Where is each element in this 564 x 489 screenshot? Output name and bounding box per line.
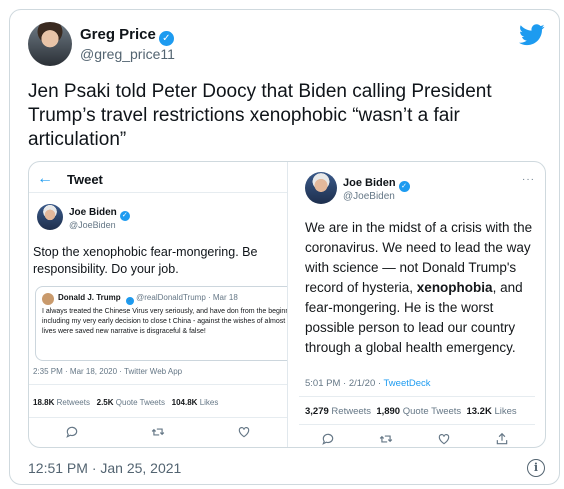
screenshot-author-handle: @JoeBiden bbox=[69, 220, 116, 230]
biden-avatar bbox=[37, 204, 63, 230]
verified-badge-icon: ✓ bbox=[398, 181, 410, 192]
back-arrow-icon: ← bbox=[37, 170, 53, 187]
quote-count: 2.5K bbox=[96, 398, 114, 407]
like-count: 13.2K bbox=[466, 406, 492, 417]
screenshot-meta: 5:01 PM · 2/1/20 · TweetDeck bbox=[305, 378, 431, 389]
trump-avatar bbox=[42, 293, 54, 305]
screenshot-author-name: Joe Biden ✓ bbox=[69, 207, 130, 221]
share-icon bbox=[496, 432, 508, 445]
reply-icon bbox=[66, 426, 78, 438]
screenshot-stats: 18.8K Retweets 2.5K Quote Tweets 104.8K … bbox=[33, 398, 218, 407]
screenshot-tweet-text: Stop the xenophobic fear-mongering. Be r… bbox=[33, 244, 287, 278]
quote-label: Quote Tweets bbox=[402, 406, 462, 417]
divider bbox=[29, 384, 287, 385]
screenshot-actions bbox=[29, 425, 287, 439]
retweet-label: Retweets bbox=[331, 406, 372, 417]
verified-badge-icon: ✓ bbox=[119, 211, 130, 221]
tweet-timestamp[interactable]: 12:51 PM · Jan 25, 2021 bbox=[28, 460, 181, 476]
retweet-count: 18.8K bbox=[33, 398, 55, 407]
verified-badge-icon: ✓ bbox=[125, 297, 134, 305]
like-icon bbox=[438, 434, 450, 445]
text-bold-segment: xenophobia bbox=[416, 280, 493, 295]
biden-avatar bbox=[305, 172, 337, 204]
retweet-label: Retweets bbox=[56, 398, 90, 407]
twitter-bird-icon[interactable] bbox=[519, 24, 545, 46]
screenshot-time: 5:01 PM · 2/1/20 · bbox=[305, 378, 384, 389]
tweet-card[interactable]: Greg Price ✓ @greg_price11 Jen Psaki told… bbox=[9, 9, 560, 485]
left-screenshot[interactable]: ← Tweet Joe Biden ✓ @JoeBiden Stop the xe… bbox=[29, 162, 287, 447]
quoted-tweet: Donald J. Trump ✓ @realDonaldTrump · Mar… bbox=[35, 286, 287, 361]
verified-badge-icon: ✓ bbox=[158, 31, 174, 46]
text-line: Stop the xenophobic fear-mongering. Be bbox=[33, 245, 258, 259]
quoted-author-name: Donald J. Trump bbox=[58, 293, 121, 302]
like-label: Likes bbox=[199, 398, 219, 407]
screenshot-author-handle: @JoeBiden bbox=[343, 191, 395, 202]
screenshot-author-name-text: Joe Biden bbox=[343, 177, 396, 189]
text-line: responsibility. Do your job. bbox=[33, 262, 179, 276]
right-screenshot[interactable]: Joe Biden ✓ @JoeBiden ··· We are in the m… bbox=[291, 162, 545, 447]
divider bbox=[29, 192, 287, 193]
author-name[interactable]: Greg Price ✓ bbox=[80, 26, 174, 46]
retweet-icon bbox=[379, 435, 393, 443]
retweet-icon bbox=[151, 428, 165, 436]
like-count: 104.8K bbox=[171, 398, 198, 407]
screenshot-header: Tweet bbox=[67, 172, 103, 187]
screenshot-author-name-text: Joe Biden bbox=[69, 207, 117, 218]
divider bbox=[299, 424, 535, 425]
divider bbox=[299, 396, 535, 397]
author-handle[interactable]: @greg_price11 bbox=[80, 46, 175, 62]
author-name-text[interactable]: Greg Price bbox=[80, 26, 156, 43]
tweet-media[interactable]: ← Tweet Joe Biden ✓ @JoeBiden Stop the xe… bbox=[28, 161, 546, 448]
avatar[interactable] bbox=[28, 22, 72, 66]
like-label: Likes bbox=[494, 406, 517, 417]
quote-count: 1,890 bbox=[376, 406, 401, 417]
quoted-handle-time: @realDonaldTrump · Mar 18 bbox=[136, 293, 238, 302]
screenshot-meta: 2:35 PM · Mar 18, 2020 · Twitter Web App bbox=[33, 367, 183, 376]
tweet-text: Jen Psaki told Peter Doocy that Biden ca… bbox=[28, 81, 492, 150]
screenshot-source: TweetDeck bbox=[383, 378, 431, 389]
screenshot-tweet-text: We are in the midst of a crisis with the… bbox=[305, 218, 545, 358]
quoted-tweet-text: I always treated the Chinese Virus very … bbox=[42, 308, 287, 335]
more-icon: ··· bbox=[522, 174, 535, 185]
reply-icon bbox=[322, 433, 334, 445]
like-icon bbox=[238, 427, 250, 438]
retweet-count: 3,279 bbox=[305, 406, 329, 417]
divider bbox=[29, 417, 287, 418]
quote-label: Quote Tweets bbox=[115, 398, 165, 407]
info-icon[interactable]: i bbox=[527, 459, 545, 477]
screenshot-author-name: Joe Biden ✓ bbox=[343, 177, 410, 192]
screenshot-stats: 3,279 Retweets 1,890 Quote Tweets 13.2K … bbox=[305, 406, 517, 417]
quoted-tweet-header: Donald J. Trump ✓ @realDonaldTrump · Mar… bbox=[58, 293, 238, 305]
screenshot-actions bbox=[291, 432, 545, 446]
